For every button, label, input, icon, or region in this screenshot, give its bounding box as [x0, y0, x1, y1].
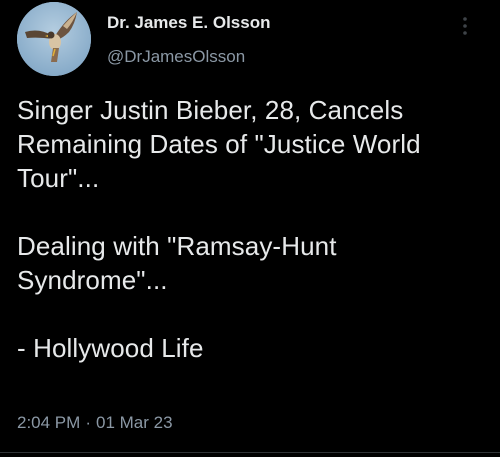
tweet-text: Singer Justin Bieber, 28, Cancels Remain… — [17, 93, 492, 365]
tweet-text-line: Singer Justin Bieber, 28, Cancels — [17, 95, 404, 125]
tweet-text-line: Dealing with "Ramsay-Hunt — [17, 231, 337, 261]
more-options-icon[interactable] — [458, 14, 472, 38]
tweet-text-line: Tour"... — [17, 163, 100, 193]
tweet-text-line: Remaining Dates of "Justice World — [17, 129, 421, 159]
author-handle[interactable]: @DrJamesOlsson — [107, 46, 270, 68]
author-display-name[interactable]: Dr. James E. Olsson — [107, 12, 270, 34]
tweet-time[interactable]: 2:04 PM — [17, 413, 80, 432]
timestamp-separator: · — [85, 413, 91, 432]
tweet-date[interactable]: 01 Mar 23 — [96, 413, 173, 432]
tweet-card: Dr. James E. Olsson @DrJamesOlsson Singe… — [0, 0, 500, 457]
tweet-text-line: Syndrome"... — [17, 265, 168, 295]
divider — [0, 452, 500, 453]
hawk-avatar-icon — [17, 2, 91, 76]
avatar[interactable] — [17, 2, 91, 76]
author-block: Dr. James E. Olsson @DrJamesOlsson — [107, 12, 270, 68]
tweet-timestamp: 2:04 PM · 01 Mar 23 — [17, 412, 173, 434]
tweet-text-line: - Hollywood Life — [17, 333, 204, 363]
